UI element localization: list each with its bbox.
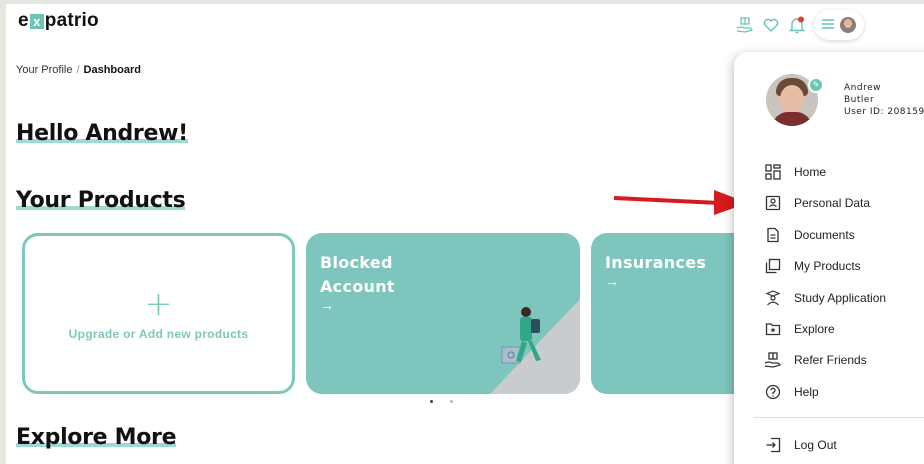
dashboard-grid-icon: [764, 163, 782, 181]
menu-divider: [754, 417, 924, 418]
explore-heading-text: Explore More: [16, 425, 177, 450]
menu-item-label: Documents: [794, 228, 855, 242]
traveler-illustration: [490, 299, 580, 394]
products-heading-text: Your Products: [16, 188, 186, 213]
hamburger-menu-icon: [822, 16, 834, 34]
menu-item-label: My Products: [794, 259, 861, 273]
menu-item-label: Home: [794, 165, 827, 179]
bell-icon[interactable]: [788, 16, 806, 34]
menu-item-label: Personal Data: [794, 196, 871, 210]
document-icon: [764, 226, 782, 244]
add-product-label: Upgrade or Add new products: [68, 326, 249, 341]
menu-item-help[interactable]: Help: [764, 382, 819, 402]
profile-info: Andrew Butler User ID: 208159: [844, 82, 924, 118]
card-title-line: Blocked: [320, 253, 393, 272]
card-title-line: Insurances: [605, 253, 707, 272]
blocked-account-card[interactable]: Blocked Account →: [306, 233, 580, 394]
user-avatar: [840, 17, 856, 33]
app-frame: e x patrio Your Profile / Dashboard Hello An…: [6, 4, 924, 464]
menu-item-label: Log Out: [794, 438, 837, 452]
star-folder-icon: [764, 320, 782, 338]
menu-item-log-out[interactable]: Log Out: [764, 435, 837, 455]
profile-last-name: Butler: [844, 95, 875, 105]
gift-hand-icon[interactable]: [736, 16, 754, 34]
menu-item-my-products[interactable]: My Products: [764, 256, 861, 276]
profile-user-id: User ID: 208159: [844, 107, 924, 117]
header-actions: [736, 10, 864, 40]
heart-icon[interactable]: [762, 16, 780, 34]
plus-icon: +: [144, 283, 173, 324]
breadcrumb-current: Dashboard: [83, 64, 141, 76]
top-header: e x patrio: [6, 4, 924, 48]
profile-dropdown-menu: ✎ Andrew Butler User ID: 208159 Home Per…: [734, 52, 924, 464]
red-annotation-arrow: [613, 190, 748, 215]
menu-item-refer-friends[interactable]: Refer Friends: [764, 350, 867, 370]
logout-icon: [764, 436, 782, 454]
explore-heading: Explore More: [16, 425, 177, 450]
products-heading: Your Products: [16, 188, 186, 213]
expatrio-logo[interactable]: e x patrio: [18, 10, 99, 32]
menu-item-label: Help: [794, 385, 819, 399]
menu-item-documents[interactable]: Documents: [764, 225, 855, 245]
copy-stack-icon: [764, 257, 782, 275]
pencil-icon[interactable]: ✎: [808, 77, 824, 93]
card-title-line: Account: [320, 277, 395, 296]
menu-item-personal-data[interactable]: Personal Data: [764, 193, 870, 213]
menu-item-label: Refer Friends: [794, 353, 867, 367]
menu-item-explore[interactable]: Explore: [764, 319, 835, 339]
menu-item-study-application[interactable]: Study Application: [764, 288, 886, 308]
carousel-dots: [430, 400, 453, 403]
add-product-card[interactable]: + Upgrade or Add new products: [22, 233, 295, 394]
logo-x-mark: x: [29, 13, 44, 29]
card-title: Blocked Account: [320, 251, 395, 299]
gift-hand-icon: [764, 351, 782, 369]
arrow-right-icon: →: [320, 297, 334, 313]
card-title: Insurances: [605, 251, 706, 275]
help-circle-icon: [764, 383, 782, 401]
greeting-text: Hello Andrew!: [16, 121, 188, 146]
carousel-dot[interactable]: [450, 400, 453, 403]
breadcrumb: Your Profile / Dashboard: [16, 64, 141, 76]
id-card-icon: [764, 194, 782, 212]
account-menu-toggle[interactable]: [814, 10, 864, 40]
menu-item-label: Explore: [794, 322, 835, 336]
breadcrumb-your-profile[interactable]: Your Profile: [16, 64, 72, 76]
logo-part: e: [18, 10, 29, 31]
menu-item-home[interactable]: Home: [764, 162, 826, 182]
carousel-dot-active[interactable]: [430, 400, 433, 403]
logo-part: patrio: [44, 10, 99, 31]
student-icon: [764, 289, 782, 307]
arrow-right-icon: →: [605, 273, 619, 289]
profile-first-name: Andrew: [844, 83, 881, 93]
breadcrumb-separator: /: [76, 64, 80, 76]
greeting-heading: Hello Andrew!: [16, 121, 188, 146]
menu-item-label: Study Application: [794, 291, 887, 305]
